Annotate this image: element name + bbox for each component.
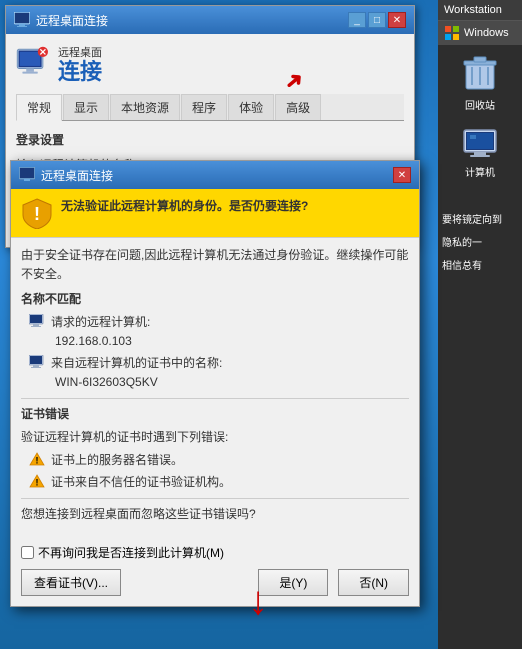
dont-ask-again-row: 不再询问我是否连接到此计算机(M) <box>21 544 409 561</box>
rdp-subtitle: 远程桌面 <box>58 44 102 60</box>
login-section-title: 登录设置 <box>16 131 404 148</box>
close-button[interactable]: ✕ <box>388 12 406 28</box>
rdp-header-text-block: 远程桌面 连接 <box>58 44 102 84</box>
warning-header-message: 无法验证此远程计算机的身份。是否仍要连接? <box>61 199 308 213</box>
svg-text:!: ! <box>36 477 39 487</box>
requested-computer-label: 请求的远程计算机: <box>51 315 150 329</box>
cert-error-2-item: ! 证书来自不信任的证书验证机构。 <box>21 473 409 492</box>
cert-name-label: 来自远程计算机的证书中的名称: <box>51 356 222 370</box>
name-mismatch-section: 名称不匹配 请求的远程计算机: 192.168.0.103 <box>21 290 409 392</box>
computer-label: 计算机 <box>465 164 495 179</box>
svg-text:!: ! <box>34 204 40 224</box>
dont-ask-checkbox[interactable] <box>21 546 34 559</box>
cert-error-section: 证书错误 验证远程计算机的证书时遇到下列错误: ! 证书上的服务器名错误。 ! <box>21 405 409 492</box>
rdp-title-text: 远程桌面连接 <box>36 12 342 29</box>
rdp-window-controls: _ □ ✕ <box>348 12 406 28</box>
warning-title-icon <box>19 167 35 183</box>
rdp-header-icon <box>16 50 48 78</box>
tab-display[interactable]: 显示 <box>63 94 109 120</box>
warning-divider-2 <box>21 498 409 499</box>
minimize-button[interactable]: _ <box>348 12 366 28</box>
rdp-tabs: 常规 显示 本地资源 程序 体验 高级 <box>16 94 404 121</box>
svg-text:!: ! <box>36 455 39 465</box>
recycle-bin-label: 回收站 <box>465 97 495 112</box>
rdp-title-icon <box>14 12 30 28</box>
cert-error-intro: 验证远程计算机的证书时遇到下列错误: <box>21 428 409 447</box>
workstation-title: Workstation <box>438 0 522 21</box>
cert-error-title: 证书错误 <box>21 405 409 424</box>
warning-triangle-icon-1: ! <box>29 452 45 468</box>
warning-button-row: 查看证书(V)... 是(Y) 否(N) <box>21 569 409 596</box>
rdp-main-title: 连接 <box>58 60 102 84</box>
recycle-bin-icon <box>462 53 498 93</box>
warning-titlebar: 远程桌面连接 ✕ <box>11 161 419 189</box>
windows-icon <box>444 25 460 41</box>
no-button[interactable]: 否(N) <box>338 569 409 596</box>
cert-error-1-item: ! 证书上的服务器名错误。 <box>21 451 409 470</box>
tab-general[interactable]: 常规 <box>16 94 62 121</box>
warning-title-text: 远程桌面连接 <box>41 167 387 184</box>
warning-close-button[interactable]: ✕ <box>393 167 411 183</box>
recycle-bin-icon-item[interactable]: 回收站 <box>445 45 515 120</box>
view-cert-button[interactable]: 查看证书(V)... <box>21 569 121 596</box>
tab-experience[interactable]: 体验 <box>228 94 274 120</box>
tab-advanced[interactable]: 高级 <box>275 94 321 120</box>
rdp-titlebar: 远程桌面连接 _ □ ✕ <box>6 6 414 34</box>
warning-header-area: ! 无法验证此远程计算机的身份。是否仍要连接? <box>11 189 419 238</box>
dont-ask-label: 不再询问我是否连接到此计算机(M) <box>38 544 224 561</box>
requested-computer-row: 请求的远程计算机: 192.168.0.103 <box>51 313 150 351</box>
tab-local-resources[interactable]: 本地资源 <box>110 94 180 120</box>
yes-button[interactable]: 是(Y) <box>258 569 328 596</box>
cert-list-icon <box>29 355 45 371</box>
warning-body-intro: 由于安全证书存在问题,因此远程计算机无法通过身份验证。继续操作可能不安全。 <box>21 246 409 284</box>
cert-error-1-text: 证书上的服务器名错误。 <box>51 451 183 470</box>
cert-name-item: 来自远程计算机的证书中的名称: WIN-6I32603Q5KV <box>21 354 409 392</box>
computer-icon-item[interactable]: 计算机 <box>445 120 515 187</box>
windows-label: Windows <box>464 27 509 39</box>
cert-name-row: 来自远程计算机的证书中的名称: WIN-6I32603Q5KV <box>51 354 222 392</box>
computer-icon <box>462 128 498 160</box>
shield-warning-icon: ! <box>21 197 53 229</box>
red-arrow-yes: ↓ <box>248 581 268 621</box>
sidebar-text-2: 隐私的一 <box>438 230 522 253</box>
warning-footer: 不再询问我是否连接到此计算机(M) 查看证书(V)... 是(Y) 否(N) <box>11 538 419 606</box>
warning-divider-1 <box>21 398 409 399</box>
sidebar-text-3: 相信总有 <box>438 253 522 276</box>
rdp-header: 远程桌面 连接 <box>16 44 404 84</box>
warning-triangle-icon-2: ! <box>29 474 45 490</box>
requested-computer-item: 请求的远程计算机: 192.168.0.103 <box>21 313 409 351</box>
warning-dialog: 远程桌面连接 ✕ ! 无法验证此远程计算机的身份。是否仍要连接? 由于安全证书存… <box>10 160 420 607</box>
warning-body: 由于安全证书存在问题,因此远程计算机无法通过身份验证。继续操作可能不安全。 名称… <box>11 238 419 538</box>
cert-name-value: WIN-6I32603Q5KV <box>51 375 158 389</box>
sidebar-text-1: 要将镜定向到 <box>438 207 522 230</box>
warning-question: 您想连接到远程桌面而忽略这些证书错误吗? <box>21 505 409 524</box>
requested-computer-value: 192.168.0.103 <box>51 334 132 348</box>
name-mismatch-title: 名称不匹配 <box>21 290 409 309</box>
tab-programs[interactable]: 程序 <box>181 94 227 120</box>
yes-no-buttons: 是(Y) 否(N) <box>258 569 409 596</box>
maximize-button[interactable]: □ <box>368 12 386 28</box>
workstation-sidebar: Workstation Windows 回收站 <box>438 0 522 649</box>
warning-header-text: 无法验证此远程计算机的身份。是否仍要连接? <box>61 197 308 214</box>
windows-button[interactable]: Windows <box>438 21 522 45</box>
cert-error-2-text: 证书来自不信任的证书验证机构。 <box>51 473 231 492</box>
computer-list-icon <box>29 314 45 330</box>
